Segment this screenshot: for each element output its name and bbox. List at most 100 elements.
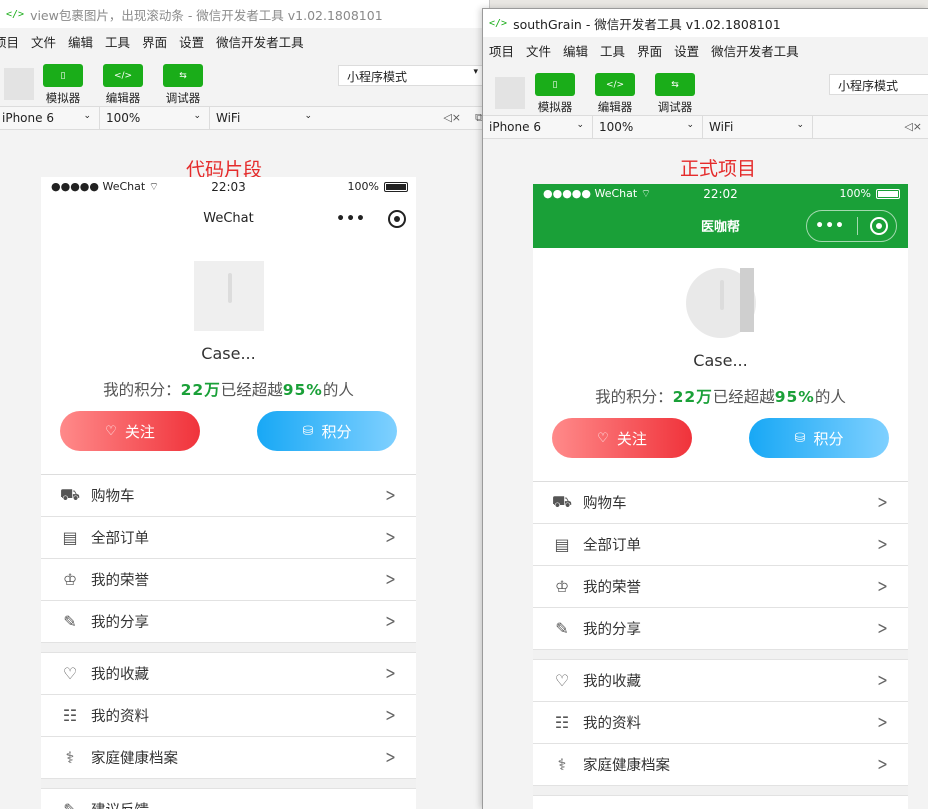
nav-title: WeChat (203, 211, 254, 226)
feedback-icon: ✎ (59, 800, 81, 809)
user-avatar[interactable] (4, 68, 34, 100)
menu-item-favorites[interactable]: ♡ 我的收藏 > (533, 660, 908, 702)
code-icon: </> (103, 64, 143, 87)
mute-icon[interactable]: ◁× (443, 111, 461, 124)
menu-item-tools[interactable]: 工具 (600, 41, 625, 60)
menu-item-tools[interactable]: 工具 (105, 32, 130, 51)
chevron-right-icon: > (385, 663, 396, 684)
menu-item-profile[interactable]: ☷ 我的资料 > (41, 695, 416, 737)
points-percent: 95% (774, 388, 815, 406)
share-icon: ✎ (63, 612, 77, 631)
debug-icon: ⇆ (655, 73, 695, 96)
follow-button[interactable]: ♡ 关注 (552, 418, 692, 458)
menu-item-settings[interactable]: 设置 (674, 41, 699, 60)
menu-item-view[interactable]: 界面 (637, 41, 662, 60)
device-select[interactable]: iPhone 6 ⌄ (0, 107, 100, 129)
more-icon[interactable]: ••• (336, 211, 366, 227)
chevron-down-icon: ⌄ (686, 120, 694, 130)
mode-value: 小程序模式 (838, 79, 899, 93)
menu-item-project[interactable]: 项目 (489, 41, 514, 60)
battery-icon (876, 188, 900, 199)
more-icon[interactable]: ••• (815, 218, 845, 234)
capsule-menu: ••• (806, 209, 897, 242)
status-time: 22:03 (211, 179, 246, 194)
menu-item-honors[interactable]: ♔ 我的荣誉 > (533, 566, 908, 608)
action-buttons: ♡ 关注 ⛁ 积分 (533, 418, 908, 458)
chevron-down-icon: ▾ (473, 67, 478, 77)
menu-item-share[interactable]: ✎ 我的分享 > (41, 601, 416, 643)
menu-item-health-record[interactable]: ⚕ 家庭健康档案 > (41, 737, 416, 779)
battery-icon (384, 181, 408, 192)
network-select[interactable]: WiFi ⌄ (703, 116, 813, 138)
user-avatar[interactable] (495, 77, 525, 109)
menu-list: ⛟ 购物车 > ▤ 全部订单 > ♔ 我的荣誉 > ✎ 我的分享 > ♡ 我的收藏 > ☷ 我的资料 >… (533, 481, 908, 796)
menu-item-honors[interactable]: ♔ 我的荣誉 > (41, 559, 416, 601)
device-value: iPhone 6 (489, 120, 541, 134)
editor-button[interactable]: </> 编辑器 (593, 73, 637, 115)
battery-percent: 100% (347, 180, 379, 193)
menu-item-profile[interactable]: ☷ 我的资料 > (533, 702, 908, 744)
network-select[interactable]: WiFi ⌄ (210, 107, 320, 129)
menu-item-favorites[interactable]: ♡ 我的收藏 > (41, 653, 416, 695)
editor-label: 编辑器 (105, 91, 141, 105)
avatar-image[interactable] (193, 261, 264, 331)
mode-select[interactable]: 小程序模式 (829, 74, 928, 95)
avatar-image[interactable] (685, 268, 756, 338)
chevron-right-icon: > (877, 712, 888, 733)
menu-item-edit[interactable]: 编辑 (68, 32, 93, 51)
simulator-button[interactable]: ▯ 模拟器 (41, 64, 85, 106)
coins-icon: ⛁ (794, 430, 806, 446)
points-value: 22万 (180, 381, 221, 399)
profile-icon: ☷ (62, 706, 78, 725)
points-button[interactable]: ⛁ 积分 (749, 418, 889, 458)
orders-icon: ▤ (62, 528, 78, 547)
points-percent: 95% (282, 381, 323, 399)
mute-icon[interactable]: ◁× (904, 120, 922, 133)
wifi-icon: ⌔ (148, 179, 160, 193)
editor-button[interactable]: </> 编辑器 (101, 64, 145, 106)
phone-icon: ▯ (43, 64, 83, 87)
crown-icon: ♔ (62, 570, 78, 589)
close-target-icon[interactable] (388, 209, 406, 228)
menu-item-orders[interactable]: ▤ 全部订单 > (41, 517, 416, 559)
menu-item-project[interactable]: 项目 (0, 32, 19, 51)
menu-item-health-record[interactable]: ⚕ 家庭健康档案 > (533, 744, 908, 786)
profile-section: Case... 我的积分：22万已经超越95%的人 ♡ 关注 ⛁ 积分 (533, 248, 908, 458)
menu-item-feedback[interactable]: ✎建议反馈 (41, 789, 416, 809)
menu-item-settings[interactable]: 设置 (179, 32, 204, 51)
zoom-select[interactable]: 100% ⌄ (100, 107, 210, 129)
device-select[interactable]: iPhone 6 ⌄ (483, 116, 593, 138)
simulator-button[interactable]: ▯ 模拟器 (533, 73, 577, 115)
mode-select[interactable]: 小程序模式 ▾ (338, 65, 483, 86)
menu-item-file[interactable]: 文件 (31, 32, 56, 51)
cart-icon: ⛟ (551, 492, 573, 511)
section-divider (533, 786, 908, 796)
chevron-right-icon: > (877, 670, 888, 691)
menu-item-devtools[interactable]: 微信开发者工具 (711, 41, 799, 60)
menu-bar: 项目 文件 编辑 工具 界面 设置 微信开发者工具 (483, 37, 928, 63)
menu-list: ⛟ 购物车 > ▤ 全部订单 > ♔ 我的荣誉 > ✎ 我的分享 > ♡ 我的收藏 > ☷ 我的资料 >… (41, 474, 416, 809)
profile-section: Case... 我的积分：22万已经超越95%的人 ♡ 关注 ⛁ 积分 (41, 241, 416, 451)
debugger-button[interactable]: ⇆ 调试器 (653, 73, 697, 115)
chevron-right-icon: > (385, 569, 396, 590)
menu-item-view[interactable]: 界面 (142, 32, 167, 51)
title-bar[interactable]: </> southGrain - 微信开发者工具 v1.02.1808101 (483, 9, 928, 37)
menu-item-file[interactable]: 文件 (526, 41, 551, 60)
title-bar[interactable]: </> view包裹图片，出现滚动条 - 微信开发者工具 v1.02.18081… (0, 0, 489, 28)
points-button[interactable]: ⛁ 积分 (257, 411, 397, 451)
close-target-icon[interactable] (870, 216, 888, 235)
chevron-down-icon: ⌄ (193, 111, 201, 121)
editor-label: 编辑器 (597, 100, 633, 114)
devtools-logo-icon: </> (6, 8, 25, 20)
follow-button[interactable]: ♡ 关注 (60, 411, 200, 451)
menu-item-edit[interactable]: 编辑 (563, 41, 588, 60)
debug-icon: ⇆ (163, 64, 203, 87)
menu-item-cart[interactable]: ⛟ 购物车 > (41, 475, 416, 517)
menu-item-cart[interactable]: ⛟ 购物车 > (533, 482, 908, 524)
menu-item-devtools[interactable]: 微信开发者工具 (216, 32, 304, 51)
zoom-select[interactable]: 100% ⌄ (593, 116, 703, 138)
debugger-button[interactable]: ⇆ 调试器 (161, 64, 205, 106)
device-bar: iPhone 6 ⌄ 100% ⌄ WiFi ⌄ ◁× (483, 115, 928, 139)
menu-item-orders[interactable]: ▤ 全部订单 > (533, 524, 908, 566)
menu-item-share[interactable]: ✎ 我的分享 > (533, 608, 908, 650)
